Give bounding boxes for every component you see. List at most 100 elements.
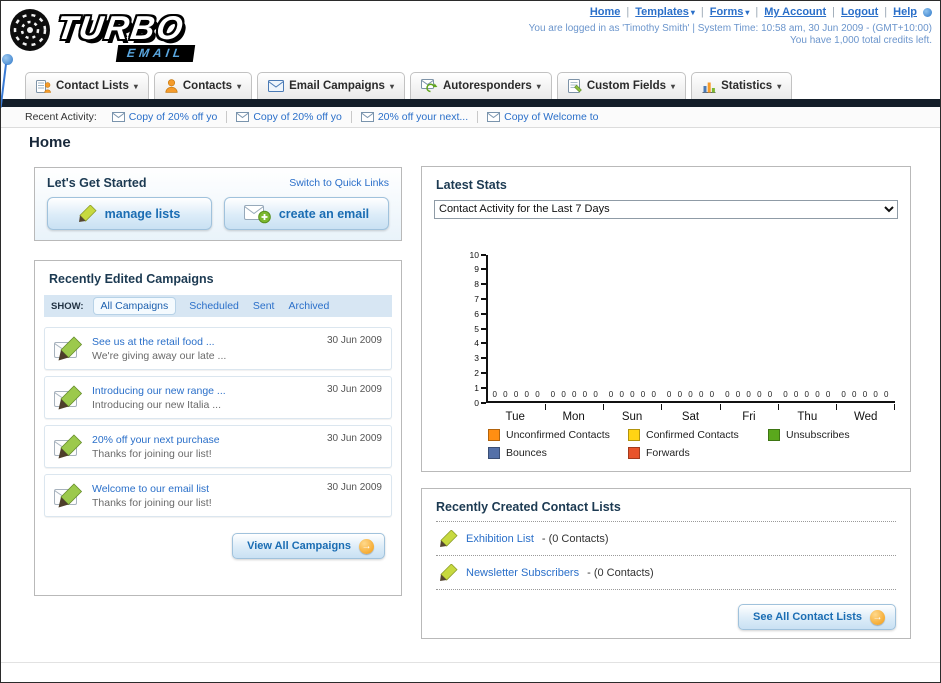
top-nav-link-help[interactable]: Help <box>893 6 917 18</box>
legend-label: Unconfirmed Contacts <box>506 428 610 441</box>
y-axis-tick: 2 <box>474 368 486 378</box>
nav-divider-bar <box>1 99 940 107</box>
recent-activity-link[interactable]: 20% off your next... <box>378 111 468 123</box>
statistics-icon <box>702 80 716 93</box>
campaign-row[interactable]: Welcome to our email list Thanks for join… <box>44 474 392 517</box>
y-axis-tick: 0 <box>474 398 486 408</box>
legend-item: Unsubscribes <box>768 428 908 441</box>
legend-label: Confirmed Contacts <box>646 428 739 441</box>
contact-list-link[interactable]: Newsletter Subscribers <box>466 567 579 579</box>
tab-custom-fields[interactable]: Custom Fields ▾ <box>556 72 687 99</box>
recent-activity-item[interactable]: Copy of Welcome to <box>477 111 607 123</box>
x-axis-label: Sat <box>681 410 700 423</box>
y-tick-label: 0 <box>474 397 479 408</box>
recent-activity-item[interactable]: Copy of 20% off yo <box>226 111 351 123</box>
recent-activity-label: Recent Activity: <box>25 111 97 123</box>
contact-list-item[interactable]: Newsletter Subscribers - (0 Contacts) <box>436 555 896 589</box>
tab-email-campaigns[interactable]: Email Campaigns ▾ <box>257 72 405 99</box>
x-axis-label: Tue <box>505 410 525 423</box>
campaign-edit-icon <box>54 433 84 460</box>
chevron-down-icon: ▾ <box>745 8 750 17</box>
arrow-right-icon <box>870 609 885 625</box>
top-nav: Home | Templates ▾ | Forms ▾ | My Account | Logout… <box>590 6 932 18</box>
legend-label: Unsubscribes <box>786 428 850 441</box>
top-nav-link-templates[interactable]: Templates ▾ <box>635 6 695 18</box>
create-email-button[interactable]: create an email <box>224 197 389 230</box>
tab-autoresponders[interactable]: Autoresponders ▾ <box>409 72 552 99</box>
campaign-title-link[interactable]: Welcome to our email list <box>92 483 319 495</box>
tab-label: Email Campaigns <box>289 80 385 92</box>
latest-stats-panel: Latest Stats Contact Activity for the La… <box>421 166 911 472</box>
chart-bar-group: 0 0 0 0 0 <box>662 255 721 410</box>
top-nav-link-home[interactable]: Home <box>590 6 621 18</box>
view-all-campaigns-button[interactable]: View All Campaigns <box>232 533 385 559</box>
chart-bar-group: 0 0 0 0 0 <box>721 255 779 410</box>
contact-list-link[interactable]: Exhibition List <box>466 533 534 545</box>
pencil-icon <box>440 564 458 581</box>
tab-contact-lists[interactable]: Contact Lists ▾ <box>25 72 149 99</box>
y-axis-tick: 7 <box>474 294 486 304</box>
app-logo[interactable]: TURBO EMAIL <box>5 3 280 65</box>
tab-label: Custom Fields <box>586 80 667 92</box>
y-axis-tick: 1 <box>474 383 486 393</box>
legend-swatch <box>768 428 780 441</box>
campaign-row[interactable]: 20% off your next purchase Thanks for joi… <box>44 425 392 468</box>
stats-period-select[interactable]: Contact Activity for the Last 7 Days <box>434 199 898 219</box>
tab-contacts[interactable]: Contacts ▾ <box>153 72 253 99</box>
bar-value-labels: 0 0 0 0 0 <box>666 389 717 399</box>
recent-activity-link[interactable]: Copy of 20% off yo <box>129 111 218 123</box>
campaign-row[interactable]: See us at the retail food ... We're givin… <box>44 327 392 370</box>
autoresponders-icon <box>420 79 438 93</box>
get-started-title: Let's Get Started <box>47 176 147 190</box>
bar-value-labels: 0 0 0 0 0 <box>725 389 775 399</box>
campaign-title-link[interactable]: Introducing our new range ... <box>92 385 319 397</box>
y-axis-tick: 6 <box>474 309 486 319</box>
switch-quick-links-link[interactable]: Switch to Quick Links <box>289 177 389 189</box>
status-dot-icon <box>923 7 932 17</box>
contacts-icon <box>165 79 178 93</box>
manage-lists-button[interactable]: manage lists <box>47 197 212 230</box>
campaign-date: 30 Jun 2009 <box>326 384 382 395</box>
campaign-row[interactable]: Introducing our new range ... Introducing… <box>44 376 392 419</box>
y-tick-label: 5 <box>474 323 479 334</box>
top-nav-link-logout[interactable]: Logout <box>841 6 878 18</box>
campaign-filter-bar: SHOW: All Campaigns Scheduled Sent Archived <box>44 295 392 317</box>
top-nav-link-forms[interactable]: Forms ▾ <box>710 6 750 18</box>
campaign-title-link[interactable]: See us at the retail food ... <box>92 336 319 348</box>
recent-activity-item[interactable]: Copy of 20% off yo <box>103 111 227 123</box>
legend-label: Forwards <box>646 446 690 459</box>
tab-statistics[interactable]: Statistics ▾ <box>691 72 793 99</box>
see-all-contact-lists-button[interactable]: See All Contact Lists <box>737 604 896 630</box>
envelope-icon <box>487 112 501 122</box>
nav-separator: | <box>626 6 630 18</box>
recent-activity-item[interactable]: 20% off your next... <box>350 111 477 123</box>
bar-value-labels: 0 0 0 0 0 <box>841 389 891 399</box>
recent-activity-link[interactable]: Copy of Welcome to <box>504 111 598 123</box>
contact-list-count: - (0 Contacts) <box>541 532 609 545</box>
y-tick-label: 6 <box>474 308 479 319</box>
contact-list-item[interactable]: Exhibition List - (0 Contacts) <box>436 521 896 555</box>
chart-bar-group: 0 0 0 0 0 <box>779 255 837 410</box>
filter-all-campaigns[interactable]: All Campaigns <box>93 298 176 314</box>
recent-activity-link[interactable]: Copy of 20% off yo <box>253 111 342 123</box>
chevron-down-icon: ▾ <box>536 81 541 91</box>
filter-archived[interactable]: Archived <box>288 300 329 312</box>
recent-activity-bar: Recent Activity: Copy of 20% off yo Copy … <box>1 107 940 128</box>
stats-panel-title: Latest Stats <box>436 178 507 192</box>
custom-fields-icon <box>567 79 582 93</box>
chevron-down-icon: ▾ <box>671 81 676 91</box>
legend-item: Confirmed Contacts <box>628 428 768 441</box>
campaign-subtitle: Thanks for joining our list! <box>92 447 212 460</box>
arrow-right-icon <box>359 538 374 554</box>
edge-marker-dot-icon <box>2 54 13 65</box>
logo-text-primary: TURBO <box>54 9 187 46</box>
filter-sent[interactable]: Sent <box>253 300 275 312</box>
y-axis-tick: 10 <box>470 250 486 260</box>
chart-legend: Unconfirmed Contacts Confirmed Contacts Un… <box>488 428 918 465</box>
chart-y-axis: 10 9 8 7 6 5 4 3 2 1 0 <box>448 250 486 408</box>
view-all-campaigns-label: View All Campaigns <box>247 540 351 552</box>
filter-scheduled[interactable]: Scheduled <box>189 300 239 312</box>
contact-lists-items: Exhibition List - (0 Contacts) Newsletter… <box>436 521 896 590</box>
campaign-title-link[interactable]: 20% off your next purchase <box>92 434 319 446</box>
top-nav-link-my-account[interactable]: My Account <box>764 6 826 18</box>
